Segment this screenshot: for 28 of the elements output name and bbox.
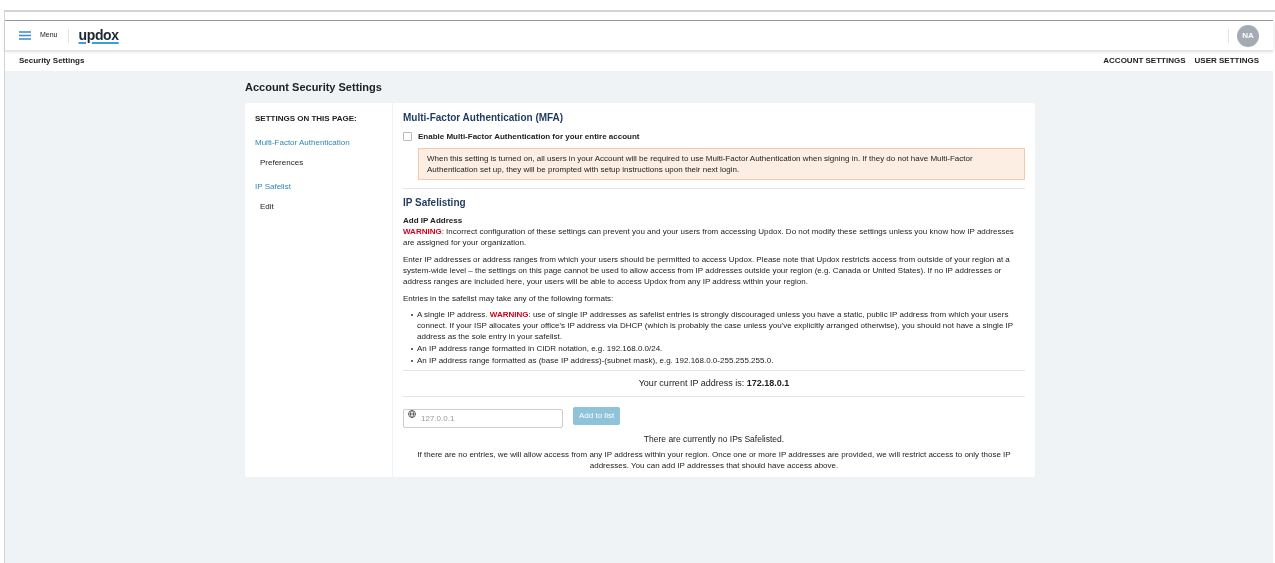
format-item: An IP address range formatted as (base IP address)-(subnet mask), e.g. 192.168.0.0-255.255.255.0.: [417, 354, 774, 366]
settings-link[interactable]: USER SETTINGS: [1194, 55, 1259, 67]
empty-title: There are currently no IPs Safelisted.: [643, 433, 785, 446]
paragraph: Entries in the safelist may take any of the following formats:: [403, 292, 615, 304]
nav-sublink[interactable]: Preferences: [255, 156, 382, 169]
checkbox[interactable]: [403, 132, 412, 141]
checkbox-label[interactable]: Enable Multi-Factor Authentication for your entire account: [418, 130, 640, 143]
section-title: Account Security Settings: [245, 80, 383, 95]
ip-input-field[interactable]: 127.0.0.1: [403, 409, 563, 428]
warning-text: WARNING: Incorrect configuration of these settings can prevent you and your users from accessing Updox. Do not modify these settings unless you know how IP addresses are assigned for your organization.: [403, 225, 1015, 248]
subheading: Add IP Address: [403, 214, 464, 226]
mfa-heading: Multi-Factor Authentication (MFA): [403, 110, 565, 125]
notice-box: When this setting is turned on, all users in your Account will be required to use Multi-Factor Authentication when signing in. If they do not have Multi-Factor Authentication set up, they will be prompted with setup instructions upon their next login.: [418, 147, 1025, 180]
nav-sublink[interactable]: Edit: [255, 200, 382, 213]
current-ip-text: Your current IP address is: 172.18.0.1: [638, 376, 790, 390]
menu-icon[interactable]: [19, 31, 31, 40]
format-item: An IP address range formatted in CIDR notation, e.g. 192.168.0.0/24.: [417, 342, 663, 354]
globe-icon: [408, 409, 416, 418]
empty-note: If there are no entries, we will allow access from any IP address within your region. Once one or more IP addresses are provided, we will restrict access to only those IP addresses. You can add IP addresses that should have access above.: [416, 448, 1012, 471]
format-item: A single IP address. WARNING: use of single IP addresses as safelist entries is strongly discouraged unless you have a static, public IP address from which your users connect. If your ISP allocates your office's IP address via DHCP (which is probably the case unless you've explicitly arranged otherwise), you should not have a single IP address as the sole entry in your safelist.: [417, 308, 1014, 342]
nav-link[interactable]: IP Safelist: [255, 180, 382, 193]
page-heading: Security Settings: [19, 55, 85, 67]
nav-link[interactable]: Multi-Factor Authentication: [255, 136, 382, 149]
paragraph: Enter IP addresses or address ranges from which your users should be permitted to access Updox. Please note that Updox restricts access from outside of your region at a system-wide level – the settings on this page cannot be used to allow access from IP addresses outside your region (e.g. Canada or United States). If no IP addresses or address ranges are included here, your users will be able to access Updox from any IP address within your region.: [403, 253, 1011, 287]
ip-heading: IP Safelisting: [403, 195, 467, 210]
nav-title: SETTINGS ON THIS PAGE:: [255, 112, 358, 125]
logo[interactable]: updox: [78, 25, 119, 46]
settings-link[interactable]: ACCOUNT SETTINGS: [1103, 55, 1186, 67]
